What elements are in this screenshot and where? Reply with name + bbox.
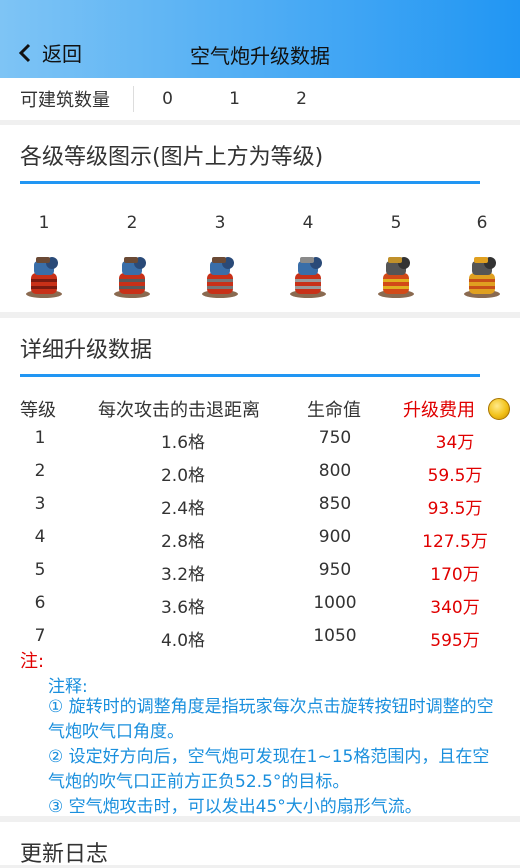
table-row: 5 3.2格 950 170万: [0, 560, 520, 593]
cell-level: 6: [34, 593, 46, 613]
cell-knockback: 1.6格: [160, 433, 206, 453]
cell-hp: 950: [318, 560, 352, 580]
cell-cost: 127.5万: [422, 532, 488, 552]
column-header: 生命值: [307, 400, 361, 421]
cell-knockback: 2.0格: [160, 466, 206, 486]
column-header: 升级费用: [403, 400, 475, 421]
level-number: 2: [126, 213, 138, 233]
level-images-section: 各级等级图示(图片上方为等级) 1 2 3 4 5 6: [0, 125, 520, 312]
note-item: ② 设定好方向后，空气炮可发现在1~15格范围内，且在空气炮的吹气口正前方正负5…: [48, 747, 490, 792]
level-number: 3: [214, 213, 226, 233]
level-number: 4: [302, 213, 314, 233]
level-image-item[interactable]: 1: [14, 213, 74, 303]
cell-hp: 850: [318, 494, 352, 514]
table-row: 2 2.0格 800 59.5万: [0, 461, 520, 494]
cell-cost: 59.5万: [427, 466, 483, 486]
air-sweeper-icon: [464, 257, 500, 298]
cell-hp: 900: [318, 527, 352, 547]
cell-knockback: 3.6格: [160, 598, 206, 618]
cell-level: 1: [34, 428, 46, 448]
build-count-value: 2: [296, 89, 307, 109]
air-sweeper-icon: [378, 257, 414, 298]
gold-coin-icon: [488, 398, 510, 420]
section-title: 详细升级数据: [20, 332, 480, 377]
level-image-item[interactable]: 4: [278, 213, 338, 303]
column-header: 等级: [20, 400, 56, 421]
build-count-value: 1: [229, 89, 240, 109]
column-header: 每次攻击的击退距离: [98, 400, 260, 421]
cell-cost: 595万: [430, 631, 480, 651]
cell-hp: 750: [318, 428, 352, 448]
cell-hp: 800: [318, 461, 352, 481]
level-image-item[interactable]: 6: [452, 213, 512, 303]
cell-cost: 34万: [435, 433, 475, 453]
cell-level: 5: [34, 560, 46, 580]
note-label: 注:: [20, 651, 45, 672]
build-count-value: 0: [162, 89, 173, 109]
cell-knockback: 4.0格: [160, 631, 206, 651]
note-body: ① 旋转时的调整角度是指玩家每次点击旋转按钮时调整的空气炮吹气口角度。 ② 设定…: [48, 695, 498, 820]
cell-hp: 1000: [313, 593, 357, 613]
level-number: 5: [390, 213, 402, 233]
cell-cost: 170万: [430, 565, 480, 585]
level-image-item[interactable]: 2: [102, 213, 162, 303]
table-row: 4 2.8格 900 127.5万: [0, 527, 520, 560]
table-row: 3 2.4格 850 93.5万: [0, 494, 520, 527]
update-log-section: 更新日志: [0, 822, 520, 867]
build-count-label: 可建筑数量: [20, 90, 110, 111]
build-count-row: 可建筑数量 0 1 2: [0, 78, 520, 120]
note-item: ③ 空气炮攻击时，可以发出45°大小的扇形气流。: [48, 797, 422, 817]
cell-level: 3: [34, 494, 46, 514]
cell-cost: 340万: [430, 598, 480, 618]
note-item: ① 旋转时的调整角度是指玩家每次点击旋转按钮时调整的空气炮吹气口角度。: [48, 697, 494, 742]
build-count-values: 0 1 2: [134, 89, 335, 109]
level-number: 6: [476, 213, 488, 233]
cell-cost: 93.5万: [427, 499, 483, 519]
section-title: 更新日志: [20, 842, 109, 867]
air-sweeper-icon: [202, 257, 238, 298]
table-row: 6 3.6格 1000 340万: [0, 593, 520, 626]
level-image-item[interactable]: 5: [366, 213, 426, 303]
cell-knockback: 2.4格: [160, 499, 206, 519]
cell-level: 7: [34, 626, 46, 646]
cell-level: 4: [34, 527, 46, 547]
cell-hp: 1050: [313, 626, 357, 646]
table-header: 等级 每次攻击的击退距离 生命值 升级费用: [0, 396, 520, 424]
section-title: 各级等级图示(图片上方为等级): [20, 139, 480, 184]
level-image-item[interactable]: 3: [190, 213, 250, 303]
cell-knockback: 2.8格: [160, 532, 206, 552]
table-row: 7 4.0格 1050 595万: [0, 626, 520, 659]
note-heading: 注释:: [48, 677, 88, 697]
header-bar: 返回 空气炮升级数据: [0, 0, 520, 78]
page-title: 空气炮升级数据: [190, 44, 330, 68]
air-sweeper-icon: [114, 257, 150, 298]
cell-knockback: 3.2格: [160, 565, 206, 585]
air-sweeper-icon: [290, 257, 326, 298]
cell-level: 2: [34, 461, 46, 481]
table-row: 1 1.6格 750 34万: [0, 428, 520, 461]
air-sweeper-icon: [26, 257, 62, 298]
level-number: 1: [38, 213, 50, 233]
